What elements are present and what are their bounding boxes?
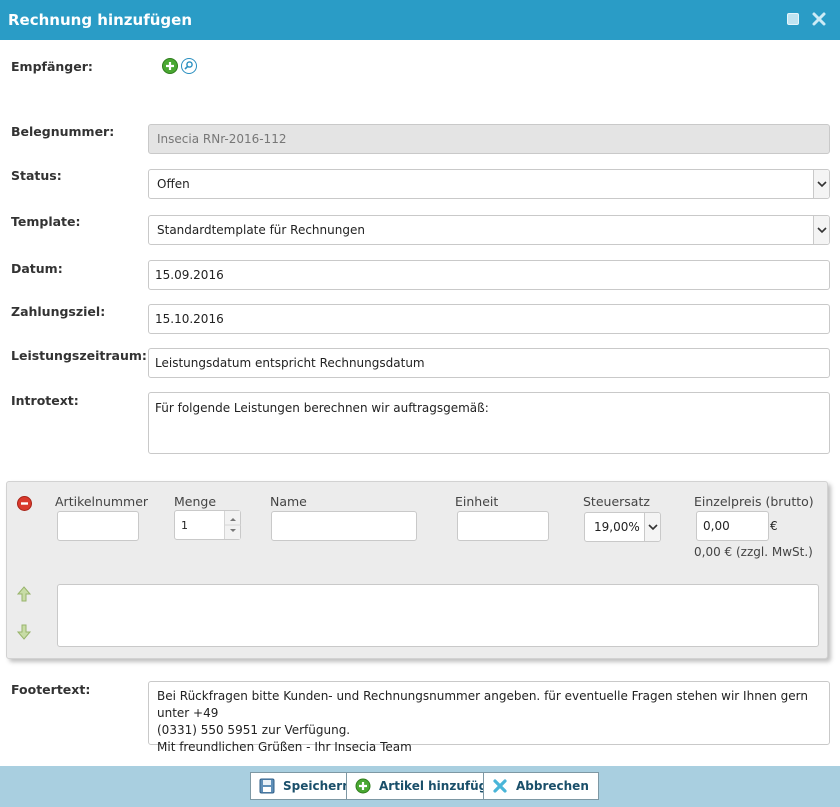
article-number-header: Artikelnummer xyxy=(55,494,149,509)
status-label: Status: xyxy=(11,168,62,183)
status-select[interactable]: Offen xyxy=(148,169,830,199)
unit-price-input[interactable]: 0,00 xyxy=(696,511,769,541)
name-input[interactable] xyxy=(271,511,417,541)
tax-rate-value: 19,00% xyxy=(594,520,640,534)
add-icon[interactable] xyxy=(162,58,178,74)
invoice-number-label: Belegnummer: xyxy=(11,124,115,139)
close-icon[interactable] xyxy=(810,10,828,28)
template-value: Standardtemplate für Rechnungen xyxy=(157,223,365,237)
cancel-button[interactable]: Abbrechen xyxy=(483,772,599,800)
name-header: Name xyxy=(270,494,307,509)
search-icon[interactable] xyxy=(181,58,197,74)
tax-rate-header: Steuersatz xyxy=(583,494,650,509)
unit-price-value: 0,00 xyxy=(703,519,730,533)
article-description-textarea[interactable] xyxy=(57,584,819,647)
quantity-header: Menge xyxy=(174,494,217,509)
add-icon xyxy=(355,778,371,794)
footer-line: (0331) 550 5951 zur Verfügung. xyxy=(157,723,351,737)
intro-value: Für folgende Leistungen berechnen wir au… xyxy=(155,401,489,415)
currency-symbol: € xyxy=(770,519,778,533)
chevron-down-icon[interactable] xyxy=(813,216,829,244)
arrow-up-icon[interactable] xyxy=(16,586,32,605)
save-button[interactable]: Speichern xyxy=(250,772,361,800)
service-period-label: Leistungszeitraum: xyxy=(11,348,147,363)
invoice-number-field: Insecia RNr-2016-112 xyxy=(148,124,830,154)
date-input[interactable]: 15.09.2016 xyxy=(148,260,830,290)
date-value: 15.09.2016 xyxy=(155,268,224,282)
template-label: Template: xyxy=(11,214,81,229)
quantity-stepper[interactable]: 1 xyxy=(174,510,241,540)
article-row-panel: Artikelnummer Menge Name Einheit Steuers… xyxy=(6,481,828,659)
recipient-label: Empfänger: xyxy=(11,59,93,74)
invoice-number-value: Insecia RNr-2016-112 xyxy=(157,132,287,146)
unit-header: Einheit xyxy=(455,494,499,509)
unit-input[interactable] xyxy=(457,511,549,541)
unit-price-header: Einzelpreis (brutto) xyxy=(694,494,814,509)
footer-textarea[interactable]: Bei Rückfragen bitte Kunden- und Rechnun… xyxy=(148,681,830,754)
payment-due-value: 15.10.2016 xyxy=(155,312,224,326)
close-icon xyxy=(493,779,507,793)
payment-due-input[interactable]: 15.10.2016 xyxy=(148,304,830,334)
payment-due-label: Zahlungsziel: xyxy=(11,304,106,319)
service-period-value: Leistungsdatum entspricht Rechnungsdatum xyxy=(155,356,425,370)
intro-textarea[interactable]: Für folgende Leistungen berechnen wir au… xyxy=(148,392,830,454)
date-label: Datum: xyxy=(11,261,63,276)
arrow-down-icon[interactable] xyxy=(16,624,32,643)
chevron-down-icon[interactable] xyxy=(813,170,829,198)
button-bar: Speichern Artikel hinzufügen Abbrechen xyxy=(0,766,840,807)
footer-line: Bei Rückfragen bitte Kunden- und Rechnun… xyxy=(157,689,808,720)
maximize-icon[interactable] xyxy=(784,10,802,28)
remove-icon[interactable] xyxy=(17,496,32,511)
chevron-down-icon[interactable] xyxy=(644,513,660,541)
article-number-input[interactable] xyxy=(57,511,139,541)
status-value: Offen xyxy=(157,177,190,191)
save-icon xyxy=(259,778,275,794)
template-select[interactable]: Standardtemplate für Rechnungen xyxy=(148,215,830,245)
service-period-input[interactable]: Leistungsdatum entspricht Rechnungsdatum xyxy=(148,348,830,378)
tax-rate-select[interactable]: 19,00% xyxy=(584,512,661,542)
footer-label: Footertext: xyxy=(11,682,91,697)
save-button-label: Speichern xyxy=(283,779,351,793)
footer-line: Mit freundlichen Grüßen - Ihr Insecia Te… xyxy=(157,740,412,754)
intro-label: Introtext: xyxy=(11,393,79,408)
net-price-note: 0,00 € (zzgl. MwSt.) xyxy=(694,545,813,559)
cancel-button-label: Abbrechen xyxy=(516,779,589,793)
quantity-value: 1 xyxy=(181,518,188,532)
window-title: Rechnung hinzufügen xyxy=(8,11,192,29)
stepper-arrows[interactable] xyxy=(224,511,241,539)
title-bar: Rechnung hinzufügen xyxy=(0,0,840,40)
